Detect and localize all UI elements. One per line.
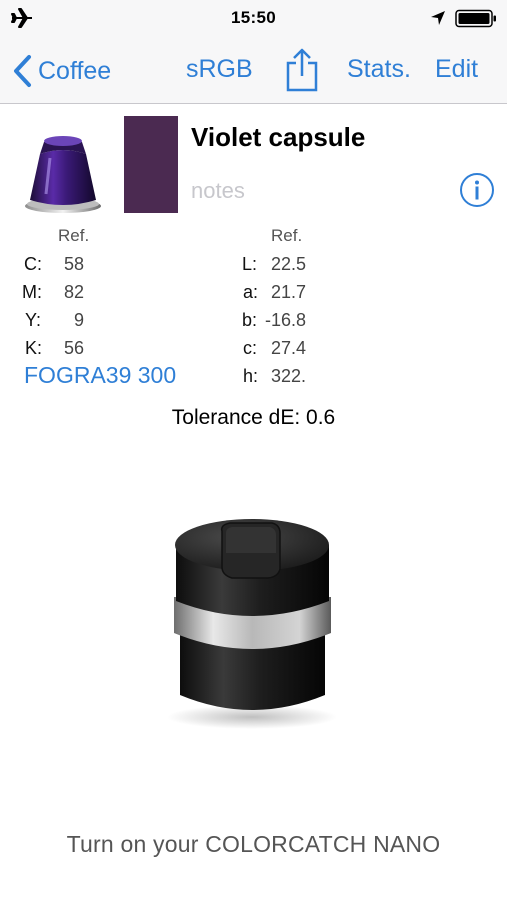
info-icon[interactable] (459, 172, 495, 208)
battery-icon (455, 9, 496, 28)
capsule-image (25, 136, 101, 213)
cmyk-k-value: 56 (63, 338, 84, 358)
lab-a-value: 21.7 (270, 282, 306, 302)
lab-c-value: 27.4 (270, 338, 306, 358)
edit-button[interactable]: Edit (435, 54, 478, 84)
colorcatch-nano-device-image (167, 519, 337, 729)
cmyk-k-label: K: (25, 338, 43, 358)
status-bar: 15:50 (0, 0, 507, 36)
device-prompt: Turn on your COLORCATCH NANO (66, 831, 441, 857)
color-space-button[interactable]: sRGB (186, 54, 253, 84)
back-button[interactable]: Coffee (12, 54, 111, 88)
cmyk-y-label: Y: (25, 310, 42, 330)
stats-button[interactable]: Stats. (347, 54, 411, 84)
cmyk-c-value: 58 (63, 254, 84, 274)
profile-link[interactable]: FOGRA39 300 (24, 362, 176, 389)
share-icon[interactable] (283, 48, 321, 92)
lab-l-value: 22.5 (270, 254, 306, 274)
lab-h-value: 322. (270, 366, 306, 386)
lab-b-label: b: (242, 310, 258, 330)
color-swatch (124, 116, 178, 213)
back-label: Coffee (38, 57, 112, 85)
sample-title[interactable]: Violet capsule (191, 122, 365, 153)
cmyk-c-label: C: (24, 254, 42, 274)
chevron-left-icon (14, 55, 31, 87)
lab-b-value: -16.8 (264, 310, 306, 330)
lab-c-label: c: (243, 338, 258, 358)
cmyk-m-label: M: (22, 282, 42, 302)
tolerance-label: Tolerance dE: 0.6 (171, 406, 336, 429)
location-icon (431, 11, 445, 25)
lab-l-label: L: (242, 254, 258, 274)
notes-field[interactable]: notes (191, 178, 245, 204)
lab-ref-header: Ref. (271, 226, 303, 245)
cmyk-ref-header: Ref. (58, 226, 90, 245)
navigation-bar: Coffee sRGB Stats. Edit (0, 36, 507, 104)
cmyk-m-value: 82 (63, 282, 84, 302)
cmyk-y-value: 9 (73, 310, 84, 330)
